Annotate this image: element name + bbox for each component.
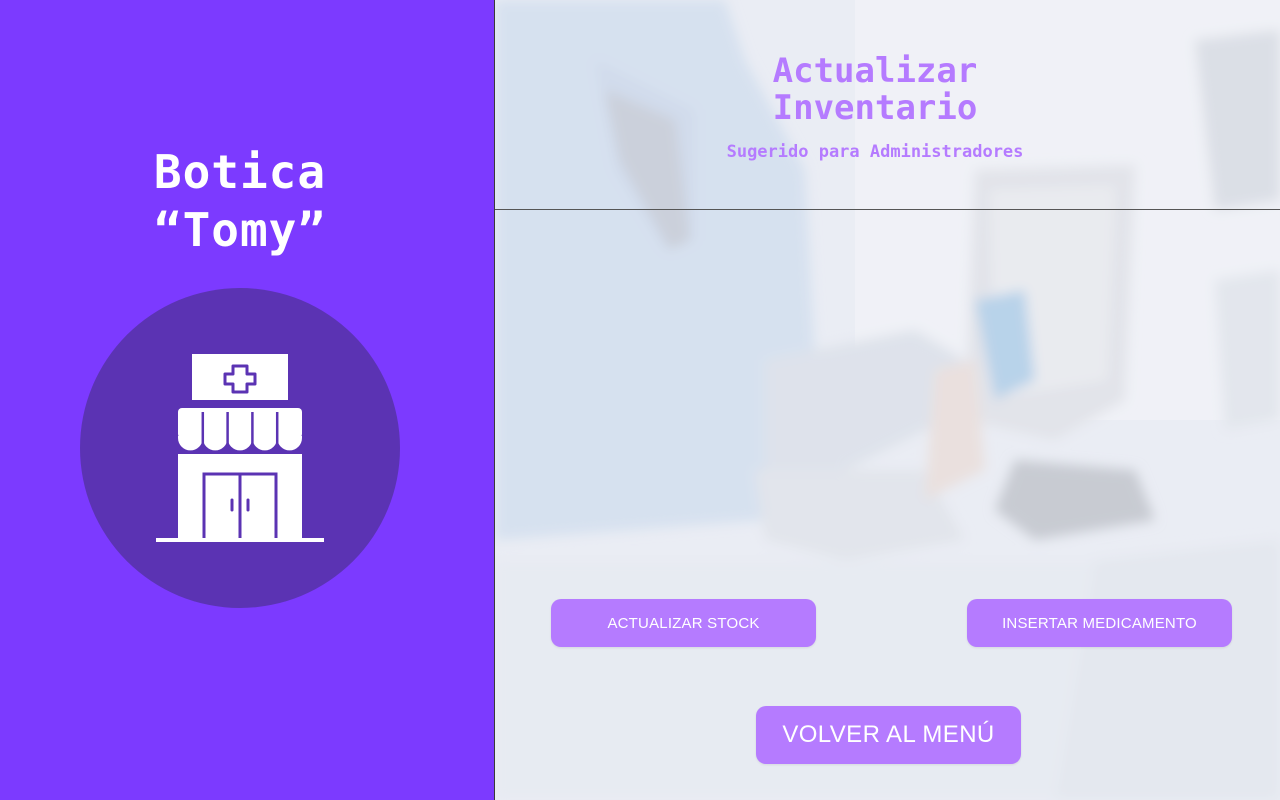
page-subtitle: Sugerido para Administradores <box>726 142 1024 162</box>
page-title: Actualizar Inventario <box>675 53 1075 127</box>
page-title-line-2: Inventario <box>772 88 978 128</box>
header-divider <box>495 209 1280 210</box>
insert-medicine-button[interactable]: INSERTAR MEDICAMENTO <box>967 599 1232 647</box>
back-to-menu-button[interactable]: VOLVER AL MENÚ <box>756 706 1021 764</box>
brand-line-1: Botica <box>153 145 327 199</box>
page-title-line-1: Actualizar <box>772 51 978 91</box>
update-stock-button[interactable]: ACTUALIZAR STOCK <box>551 599 816 647</box>
brand-title: Botica “Tomy” <box>0 143 480 259</box>
logo-circle <box>80 288 400 608</box>
brand-line-2: “Tomy” <box>153 203 327 257</box>
content-panel: Actualizar Inventario Sugerido para Admi… <box>495 0 1280 800</box>
left-panel: Botica “Tomy” <box>0 0 494 800</box>
pharmacy-store-icon <box>156 354 324 542</box>
